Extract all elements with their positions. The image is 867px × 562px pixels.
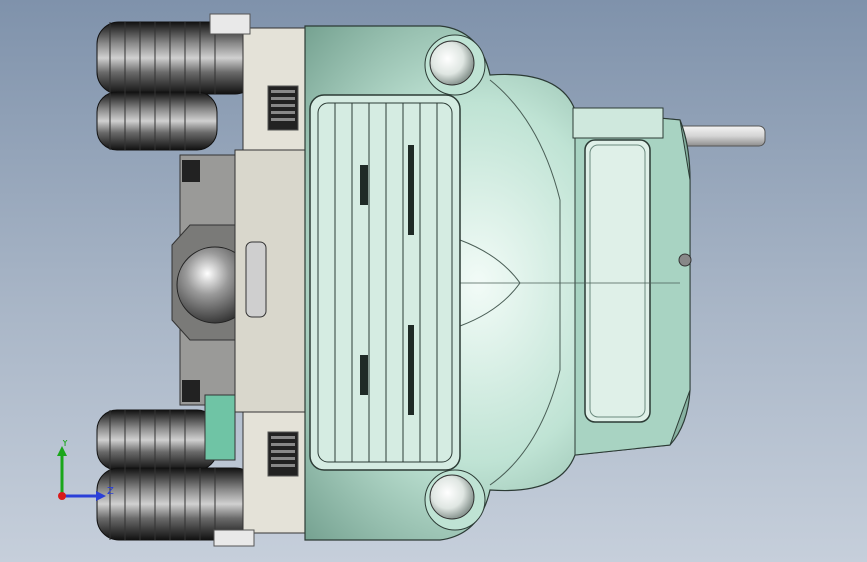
y-axis-label: Y (61, 440, 69, 449)
top-tires (96, 21, 258, 151)
graphics-viewport[interactable]: Y Z (0, 0, 867, 562)
truck-model[interactable] (0, 0, 867, 562)
x-axis-origin (58, 492, 66, 500)
z-axis-arrowhead (96, 491, 106, 501)
front-grille (309, 94, 461, 471)
z-axis-label: Z (107, 486, 114, 497)
reference-triad: Y Z (57, 440, 114, 501)
